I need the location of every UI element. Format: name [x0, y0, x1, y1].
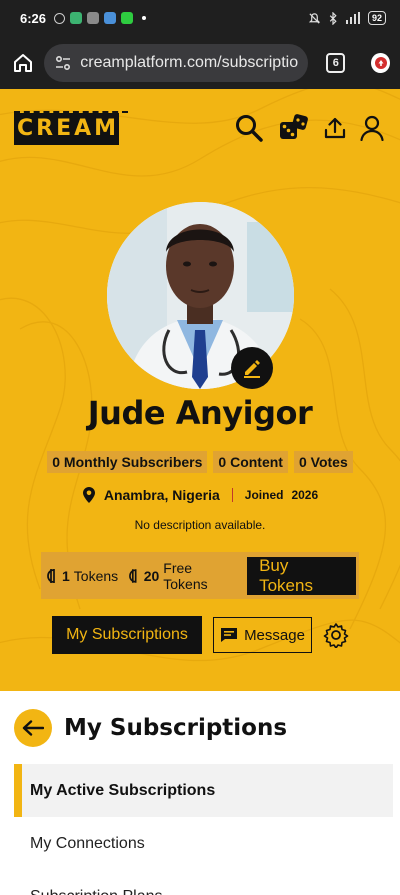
location-pin-icon [82, 487, 95, 503]
tab-switcher-button[interactable]: 6 [326, 52, 346, 73]
signal-icon [345, 12, 360, 24]
profile-meta: Anambra, Nigeria Joined 2026 [0, 486, 400, 504]
battery-indicator: 92 [367, 11, 386, 25]
app-notification-icon [70, 12, 83, 24]
home-button[interactable] [10, 49, 36, 77]
upload-icon[interactable] [324, 116, 346, 140]
free-tokens-balance: 20 Free Tokens [128, 560, 237, 592]
menu-item-subscription-plans[interactable]: Subscription Plans [14, 870, 393, 895]
token-icon [47, 568, 55, 583]
extension-button[interactable] [371, 52, 390, 73]
search-icon[interactable] [234, 113, 264, 143]
joined-year: 2026 [291, 488, 319, 502]
address-bar[interactable]: creamplatform.com/subscriptions [44, 43, 309, 82]
stat-monthly-subscribers: 0 Monthly Subscribers [47, 451, 208, 473]
meta-divider [231, 488, 233, 502]
profile-header: C R E A M Jude Anyigor 0 Monthly Subscri… [0, 89, 400, 691]
logo-letter: E [56, 116, 72, 141]
tokens-count: 1 [62, 567, 70, 584]
settings-button[interactable] [322, 621, 350, 649]
pencil-icon [244, 360, 260, 378]
gear-icon [323, 623, 349, 648]
app-notification-icon [121, 12, 134, 24]
free-tokens-count: 20 [143, 567, 160, 584]
free-tokens-label: Free Tokens [163, 559, 208, 592]
status-time: 6:26 [20, 10, 47, 26]
browser-toolbar: creamplatform.com/subscriptions 6 [0, 36, 400, 89]
bluetooth-icon [329, 11, 337, 25]
logo-letter: R [36, 116, 54, 141]
subscriptions-menu: My Active Subscriptions My Connections S… [14, 764, 393, 895]
app-notification-icon [87, 12, 100, 24]
message-button[interactable]: Message [213, 617, 312, 653]
joined-label: Joined [244, 488, 284, 502]
background-pattern [0, 89, 400, 662]
my-subscriptions-button[interactable]: My Subscriptions [52, 616, 202, 654]
upload-arrow-icon [374, 56, 387, 69]
notification-icons [54, 12, 147, 24]
logo-letter: C [17, 116, 34, 141]
profile-actions: My Subscriptions Message [52, 616, 350, 654]
status-bar: 6:26 92 [0, 0, 400, 36]
tokens-label: Tokens [73, 567, 119, 584]
token-icon [129, 568, 137, 583]
message-icon [221, 628, 238, 642]
profile-name: Jude Anyigor [87, 394, 313, 432]
profile-stats: 0 Monthly Subscribers 0 Content 0 Votes [0, 451, 400, 473]
edit-avatar-button[interactable] [231, 347, 273, 389]
url-text: creamplatform.com/subscriptions [80, 53, 299, 71]
stat-votes: 0 Votes [293, 451, 353, 473]
section-title: My Subscriptions [64, 715, 288, 741]
header-actions [234, 113, 384, 143]
tokens-balance: 1 Tokens [46, 568, 118, 584]
site-settings-icon[interactable] [54, 54, 72, 72]
home-icon [14, 53, 33, 72]
section-header: My Subscriptions [14, 709, 287, 747]
logo-letter: A [74, 116, 92, 141]
arrow-left-icon [22, 720, 44, 736]
cream-logo[interactable]: C R E A M [14, 113, 120, 145]
profile-description: No description available. [134, 518, 266, 532]
info-icon [54, 12, 66, 24]
stat-content: 0 Content [213, 451, 288, 473]
mute-icon [308, 12, 321, 24]
system-icons: 92 [308, 11, 386, 25]
logo-letter: M [94, 116, 117, 141]
user-icon[interactable] [360, 115, 384, 141]
back-button[interactable] [14, 709, 52, 747]
dice-icon[interactable] [278, 113, 310, 143]
app-notification-icon [104, 12, 117, 24]
message-label: Message [244, 626, 305, 644]
menu-item-connections[interactable]: My Connections [14, 817, 393, 870]
more-notifications-icon [142, 16, 147, 20]
token-balance-bar: 1 Tokens 20 Free Tokens Buy Tokens [41, 552, 359, 599]
profile-location: Anambra, Nigeria [103, 487, 220, 503]
buy-tokens-button[interactable]: Buy Tokens [247, 556, 356, 595]
menu-item-active-subscriptions[interactable]: My Active Subscriptions [14, 764, 393, 817]
